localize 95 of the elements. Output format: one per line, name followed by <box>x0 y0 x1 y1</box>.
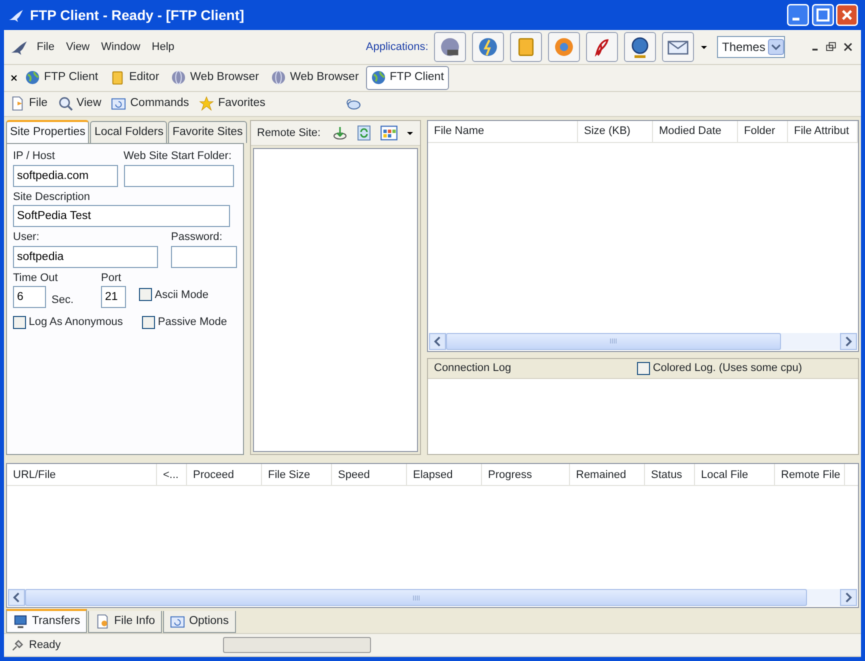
star-icon <box>199 96 214 112</box>
field-label: IP / Host <box>13 149 56 164</box>
refresh-icon[interactable] <box>356 124 372 141</box>
app-button[interactable] <box>624 32 656 62</box>
document-tab[interactable]: Web Browser <box>266 66 364 90</box>
column-header[interactable]: <... <box>157 464 187 486</box>
toolbar-button[interactable]: Commands <box>111 95 190 112</box>
themes-label: Themes <box>722 38 766 56</box>
unit-label: Sec. <box>52 292 74 308</box>
column-header[interactable]: Remained <box>570 464 645 486</box>
field-label: Web Site Start Folder: <box>124 149 233 164</box>
column-header[interactable]: Elapsed <box>407 464 482 486</box>
restore-button[interactable] <box>824 40 838 54</box>
column-header[interactable]: Local File <box>695 464 775 486</box>
field-label: Time Out <box>13 270 59 286</box>
panel-tab[interactable]: Site Properties <box>6 120 90 144</box>
checkbox-label[interactable]: Passive Mode <box>158 314 227 331</box>
app-button[interactable] <box>472 32 504 62</box>
checkbox[interactable] <box>637 362 650 375</box>
toolbar-button[interactable]: File <box>10 95 48 112</box>
app-button[interactable] <box>586 32 618 62</box>
scroll-left-icon[interactable] <box>429 332 446 350</box>
column-header[interactable]: Status <box>645 464 695 486</box>
checkbox-label[interactable]: Log As Anonymous <box>28 314 123 331</box>
checkbox[interactable] <box>13 316 26 329</box>
column-header[interactable]: Speed <box>332 464 407 486</box>
toolbar-button[interactable]: Favorites <box>199 95 266 112</box>
column-header[interactable]: Proceed <box>187 464 262 486</box>
column-header[interactable]: File Name <box>428 120 578 142</box>
checkbox-label[interactable]: Colored Log. (Uses some cpu) <box>652 360 802 377</box>
input-field[interactable]: softpedia <box>13 246 158 268</box>
app-button[interactable] <box>662 32 694 62</box>
column-header[interactable]: Folder <box>738 120 788 142</box>
field-label: Password: <box>171 230 224 246</box>
scroll-right-icon[interactable] <box>840 589 857 606</box>
checkbox-label[interactable]: Ascii Mode <box>154 286 209 304</box>
input-field[interactable]: SoftPedia Test <box>13 205 230 228</box>
grip-icon <box>411 592 422 603</box>
column-header[interactable]: Remote File <box>775 464 845 486</box>
input-field[interactable] <box>171 246 237 268</box>
input-field[interactable]: 21 <box>101 286 126 308</box>
bottom-tab[interactable]: Transfers <box>6 609 88 634</box>
window-icon <box>111 96 126 112</box>
notepad-icon <box>110 70 126 86</box>
scroll-right-icon[interactable] <box>840 332 857 350</box>
document-tab[interactable]: FTP Client <box>366 66 449 90</box>
maximize-button[interactable] <box>812 4 834 26</box>
horizontal-scrollbar[interactable] <box>429 332 857 350</box>
themes-dropdown[interactable]: Themes <box>717 36 785 58</box>
status-text: Ready <box>29 638 62 653</box>
monitor-icon <box>13 614 28 630</box>
menu-item[interactable]: Help <box>149 38 178 56</box>
dropdown-icon <box>768 38 784 55</box>
scroll-left-icon[interactable] <box>8 589 25 606</box>
checkbox[interactable] <box>142 316 156 329</box>
grip-icon <box>608 336 618 346</box>
applications-label: Applications: <box>366 40 428 55</box>
document-tab[interactable]: Editor <box>105 66 164 90</box>
close-button[interactable] <box>836 4 858 26</box>
bottom-tab[interactable]: File Info <box>88 611 162 634</box>
menu-item[interactable]: View <box>63 38 92 56</box>
column-header[interactable]: File Size <box>262 464 332 486</box>
input-field[interactable]: 6 <box>13 286 46 308</box>
minimize-button[interactable] <box>786 4 809 26</box>
document-tab[interactable]: FTP Client <box>20 66 104 90</box>
field-label: Site Description <box>13 190 92 205</box>
column-header[interactable]: Size (KB) <box>578 120 653 142</box>
menu-item[interactable]: File <box>34 38 58 56</box>
window-title: FTP Client - Ready - [FTP Client] <box>30 6 246 25</box>
column-header[interactable]: URL/File <box>7 464 157 486</box>
column-header[interactable]: Modied Date <box>653 120 738 142</box>
magnifier-icon <box>58 96 73 112</box>
app-button[interactable] <box>434 32 466 62</box>
column-header[interactable]: File Attribut <box>788 120 858 142</box>
download-icon[interactable] <box>332 124 348 141</box>
grid-view-icon[interactable] <box>380 124 398 142</box>
close-icon[interactable] <box>10 74 18 82</box>
panel-tab[interactable]: Local Folders <box>90 120 168 144</box>
input-field[interactable] <box>124 164 234 187</box>
window-icon <box>170 614 186 630</box>
checkbox[interactable] <box>139 288 152 302</box>
connection-log-title: Connection Log <box>434 361 512 376</box>
panel-tab[interactable]: Favorite Sites <box>168 120 247 144</box>
menu-item[interactable]: Window <box>98 38 144 56</box>
document-tab[interactable]: Web Browser <box>166 66 264 90</box>
field-label: Port <box>101 270 122 286</box>
document-icon <box>10 96 25 112</box>
document-icon <box>95 614 110 630</box>
field-label: User: <box>13 230 40 246</box>
column-header[interactable]: Progress <box>482 464 570 486</box>
toolbar-button[interactable]: View <box>58 95 102 112</box>
input-field[interactable]: softpedia.com <box>13 164 118 187</box>
horizontal-scrollbar[interactable] <box>8 589 857 606</box>
remote-site-label: Remote Site: <box>257 126 321 141</box>
bottom-tab[interactable]: Options <box>163 611 236 634</box>
